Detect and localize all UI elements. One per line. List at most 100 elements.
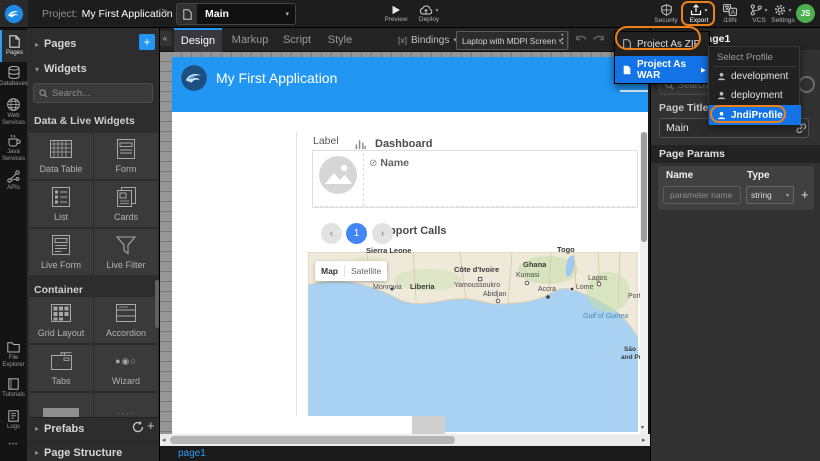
collapse-palette-button[interactable]: « <box>158 31 172 46</box>
i18n-button[interactable]: A i18N <box>716 2 744 26</box>
google-map[interactable]: Sierra Leone Monrovia Liberia Côte d'Ivo… <box>308 252 638 432</box>
map-type-control: Map Satellite <box>315 261 387 281</box>
rail-item-tutorials[interactable]: Tutorials <box>0 378 27 399</box>
menu-item-support-calls[interactable]: Support Calls <box>355 225 447 237</box>
map-label-sao-tome-2: and Pr <box>621 354 641 361</box>
menu-item-dashboard[interactable]: Dashboard <box>355 138 432 150</box>
scroll-left-arrow-icon[interactable]: ◂ <box>162 436 166 444</box>
widget-tile-tabs[interactable]: Tabs <box>29 345 93 391</box>
databases-icon <box>8 66 20 79</box>
menu-item-project-as-war[interactable]: Project As WAR ▶ <box>615 56 711 83</box>
add-param-button[interactable]: + <box>801 187 809 202</box>
page-tab[interactable]: page1 <box>178 448 206 459</box>
bindings-bracket-icon: [x] <box>398 35 407 45</box>
pagination-page-1[interactable]: 1 <box>346 223 367 244</box>
widget-tile-live-filter[interactable]: Live Filter <box>94 229 158 275</box>
play-icon <box>391 5 401 15</box>
widget-tile-grid-layout[interactable]: Grid Layout <box>29 297 93 343</box>
page-selector[interactable]: Main ▾ <box>176 3 296 25</box>
app-logo-icon <box>180 64 208 92</box>
widget-tile-list[interactable]: List <box>29 181 93 227</box>
map-button[interactable]: Map <box>321 266 338 276</box>
dashboard-icon <box>355 139 366 150</box>
rail-item-logs[interactable]: Logs <box>0 410 27 431</box>
canvas-vscrollbar-thumb[interactable] <box>641 132 647 242</box>
export-menu: Project As ZIP Project As WAR ▶ <box>614 31 710 84</box>
label-widget[interactable]: Label <box>313 135 339 147</box>
add-page-button[interactable]: + <box>139 34 155 50</box>
undo-button[interactable] <box>574 34 588 46</box>
widget-tile-accordion[interactable]: Accordion <box>94 297 158 343</box>
canvas-hscrollbar-thumb[interactable] <box>170 436 455 444</box>
preview-button[interactable]: Preview <box>380 2 412 26</box>
map-label-cote-divoire: Côte d'Ivoire <box>454 265 499 274</box>
user-avatar[interactable]: JS <box>796 4 815 23</box>
tab-script[interactable]: Script <box>276 28 318 52</box>
rail-item-databases[interactable]: Databases <box>0 66 27 88</box>
widgets-section-header[interactable]: ▾ Widgets <box>27 58 160 80</box>
slash-circle-icon: ⊘ <box>369 158 377 169</box>
widget-search[interactable] <box>33 83 153 103</box>
widget-tile-live-form[interactable]: Live Form <box>29 229 93 275</box>
design-canvas[interactable]: My First Application Search HOME ORDER D… <box>172 57 648 434</box>
pagination-next-button[interactable]: › <box>372 223 393 244</box>
widget-tile-form[interactable]: Form <box>94 133 158 179</box>
rail-more-button[interactable]: ••• <box>0 442 27 448</box>
list-card[interactable]: ⊘ Name <box>312 150 638 208</box>
scroll-right-arrow-icon[interactable]: ▸ <box>642 436 646 444</box>
export-button[interactable]: ▾ Export <box>684 2 714 26</box>
canvas-app-title: My First Application <box>216 70 337 86</box>
redo-button[interactable] <box>592 34 606 46</box>
menu-item-development[interactable]: development <box>709 67 801 86</box>
profile-person-icon <box>717 72 726 81</box>
top-bar: Project: My First Application > Main ▾ P… <box>0 0 820 28</box>
document-outline-icon <box>623 39 631 49</box>
pagination-prev-button[interactable]: ‹ <box>321 223 342 244</box>
document-filled-icon <box>623 65 631 75</box>
nav-home[interactable]: HOME <box>194 114 237 132</box>
menu-item-project-as-zip[interactable]: Project As ZIP <box>615 32 711 56</box>
canvas-vscrollbar[interactable]: ▾ <box>640 132 648 434</box>
menu-item-jndiprofile[interactable]: JndiProfile <box>709 105 801 125</box>
canvas-bottom-white <box>172 416 412 434</box>
add-prefab-button[interactable]: + <box>147 418 155 433</box>
tab-style[interactable]: Style <box>320 28 360 52</box>
settings-button[interactable]: ▾ Settings <box>768 2 798 26</box>
name-field[interactable]: ⊘ Name <box>369 157 409 169</box>
deploy-button[interactable]: ▾ Deploy <box>412 2 446 26</box>
widget-tile-partial[interactable] <box>29 393 93 417</box>
widget-tile-partial[interactable]: ···· <box>94 393 158 417</box>
scroll-down-arrow-icon[interactable]: ▾ <box>641 424 644 431</box>
param-type-select[interactable]: string ▾ <box>746 186 794 204</box>
rail-item-java-services[interactable]: Java Services <box>0 134 27 163</box>
wavemaker-logo[interactable] <box>0 0 28 27</box>
map-control-divider <box>344 265 345 277</box>
rail-item-apis[interactable]: APIs <box>0 170 27 192</box>
rail-item-web-services[interactable]: Web Services <box>0 98 27 127</box>
device-selector[interactable]: Laptop with MDPI Screen ▾ <box>456 31 568 50</box>
map-label-yamoussoukro: Yamoussoukro <box>454 282 500 289</box>
rail-item-file-explorer[interactable]: File Explorer <box>0 342 27 369</box>
widget-search-input[interactable] <box>52 88 147 99</box>
rail-item-pages[interactable]: Pages <box>0 30 27 62</box>
menu-divider <box>296 132 297 434</box>
bindings-button[interactable]: [x] Bindings ▾ <box>398 33 457 47</box>
pages-icon <box>9 35 20 48</box>
page-structure-section-header[interactable]: ▸ Page Structure <box>27 441 160 461</box>
tab-design[interactable]: Design <box>174 28 222 52</box>
refresh-prefabs-button[interactable] <box>132 421 144 433</box>
menu-item-deployment[interactable]: deployment <box>709 86 801 105</box>
nav-order[interactable]: ORDER <box>252 114 301 132</box>
widget-tile-cards[interactable]: Cards <box>94 181 158 227</box>
tab-markup[interactable]: Markup <box>226 28 274 52</box>
widget-tile-wizard[interactable]: ●◉○ Wizard <box>94 345 158 391</box>
param-name-input[interactable] <box>663 186 741 204</box>
canvas-hscrollbar[interactable]: ◂ ▸ <box>160 434 650 446</box>
palette-scrollbar[interactable] <box>155 280 159 328</box>
chevron-down-icon: ▾ <box>786 192 789 199</box>
form-icon <box>94 138 158 160</box>
satellite-button[interactable]: Satellite <box>351 266 381 276</box>
canvas-page-tabbar: page1 <box>160 446 650 461</box>
security-button[interactable]: Security <box>650 2 682 26</box>
widget-tile-data-table[interactable]: Data Table <box>29 133 93 179</box>
